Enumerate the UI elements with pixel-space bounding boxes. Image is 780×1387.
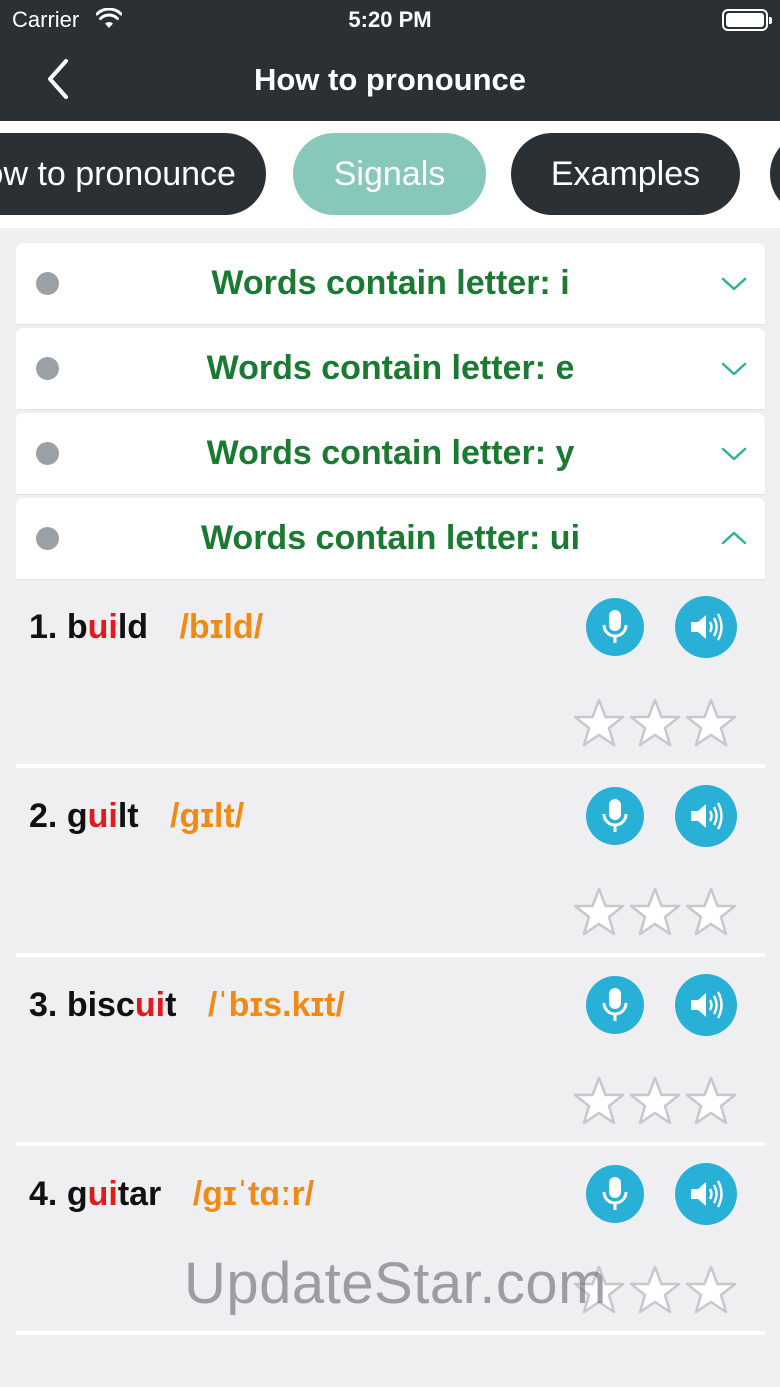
tab-next[interactable] [770, 133, 780, 215]
record-button[interactable] [586, 598, 644, 656]
tab-strip[interactable]: How to pronounce Signals Examples [0, 121, 780, 228]
microphone-icon [602, 988, 628, 1021]
word-highlight: ui [87, 1175, 118, 1213]
star-icon[interactable] [572, 698, 626, 748]
group-header-ui[interactable]: Words contain letter: ui [16, 498, 765, 579]
word-part: g [66, 1175, 88, 1213]
phonetic-transcription: /bɪld/ [179, 608, 264, 646]
word-part: t [165, 986, 177, 1024]
group-title: Words contain letter: e [206, 349, 575, 387]
rating-stars [570, 698, 738, 748]
play-audio-button[interactable] [675, 974, 737, 1036]
group-title: Words contain letter: ui [200, 519, 581, 557]
tab-signals[interactable]: Signals [293, 133, 486, 215]
tab-label: Signals [333, 155, 446, 193]
word-card: 3. biscuit /ˈbɪs.kɪt/ [16, 961, 765, 1146]
word-number: 4. [29, 1175, 58, 1213]
record-button[interactable] [586, 976, 644, 1034]
rating-stars [570, 1076, 738, 1126]
group-header-i[interactable]: Words contain letter: i [16, 243, 765, 324]
tab-label: How to pronounce [0, 155, 236, 193]
star-icon[interactable] [684, 1265, 738, 1315]
microphone-icon [602, 799, 628, 832]
tab-examples[interactable]: Examples [511, 133, 740, 215]
star-icon[interactable] [628, 1265, 682, 1315]
group-title: Words contain letter: i [211, 264, 570, 302]
word-highlight: ui [87, 608, 118, 646]
star-icon[interactable] [684, 698, 738, 748]
speaker-icon [691, 991, 723, 1019]
chevron-down-icon [721, 362, 747, 376]
word-entry: 2. guilt /ɡɪlt/ [29, 797, 244, 836]
status-bar: Carrier 5:20 PM [0, 0, 780, 40]
word-highlight: ui [134, 986, 166, 1024]
battery-icon [722, 9, 772, 31]
chevron-down-icon [721, 277, 747, 291]
speaker-icon [691, 1180, 723, 1208]
tab-label: Examples [550, 155, 701, 193]
status-time: 5:20 PM [348, 7, 432, 32]
word-entry: 1. build /bɪld/ [29, 608, 263, 647]
star-icon[interactable] [628, 1076, 682, 1126]
chevron-down-icon [721, 447, 747, 461]
rating-stars [570, 887, 738, 937]
play-audio-button[interactable] [675, 1163, 737, 1225]
star-icon[interactable] [572, 1076, 626, 1126]
star-icon[interactable] [684, 1076, 738, 1126]
word-part: bisc [66, 986, 135, 1024]
chevron-up-icon [721, 531, 747, 545]
word-entry: 3. biscuit /ˈbɪs.kɪt/ [29, 986, 345, 1025]
word-part: ld [117, 608, 149, 646]
word-part: lt [117, 797, 139, 835]
phonetic-transcription: /ˈbɪs.kɪt/ [207, 986, 345, 1024]
watermark: UpdateStar.com [184, 1251, 607, 1316]
word-card: 2. guilt /ɡɪlt/ [16, 772, 765, 957]
play-audio-button[interactable] [675, 785, 737, 847]
navigation-bar: How to pronounce [0, 40, 780, 121]
word-number: 2. [29, 797, 58, 835]
speaker-icon [691, 802, 723, 830]
speaker-icon [691, 613, 723, 641]
word-number: 3. [29, 986, 58, 1024]
word-number: 1. [29, 608, 58, 646]
word-entry: 4. guitar /ɡɪˈtɑːr/ [29, 1175, 314, 1214]
star-icon[interactable] [684, 887, 738, 937]
page-title: How to pronounce [253, 62, 527, 97]
star-icon[interactable] [572, 887, 626, 937]
phonetic-transcription: /ɡɪˈtɑːr/ [192, 1175, 315, 1213]
record-button[interactable] [586, 787, 644, 845]
word-card: 1. build /bɪld/ [16, 583, 765, 768]
star-icon[interactable] [628, 698, 682, 748]
group-header-y[interactable]: Words contain letter: y [16, 413, 765, 494]
record-button[interactable] [586, 1165, 644, 1223]
tab-how-to-pronounce[interactable]: How to pronounce [0, 133, 266, 215]
star-icon[interactable] [628, 887, 682, 937]
phonetic-transcription: /ɡɪlt/ [170, 797, 245, 835]
microphone-icon [602, 610, 628, 643]
play-audio-button[interactable] [675, 596, 737, 658]
word-part: b [66, 608, 88, 646]
word-highlight: ui [87, 797, 118, 835]
microphone-icon [602, 1177, 628, 1210]
word-part: tar [117, 1175, 162, 1213]
word-part: g [66, 797, 88, 835]
group-title: Words contain letter: y [206, 434, 575, 472]
group-header-e[interactable]: Words contain letter: e [16, 328, 765, 409]
